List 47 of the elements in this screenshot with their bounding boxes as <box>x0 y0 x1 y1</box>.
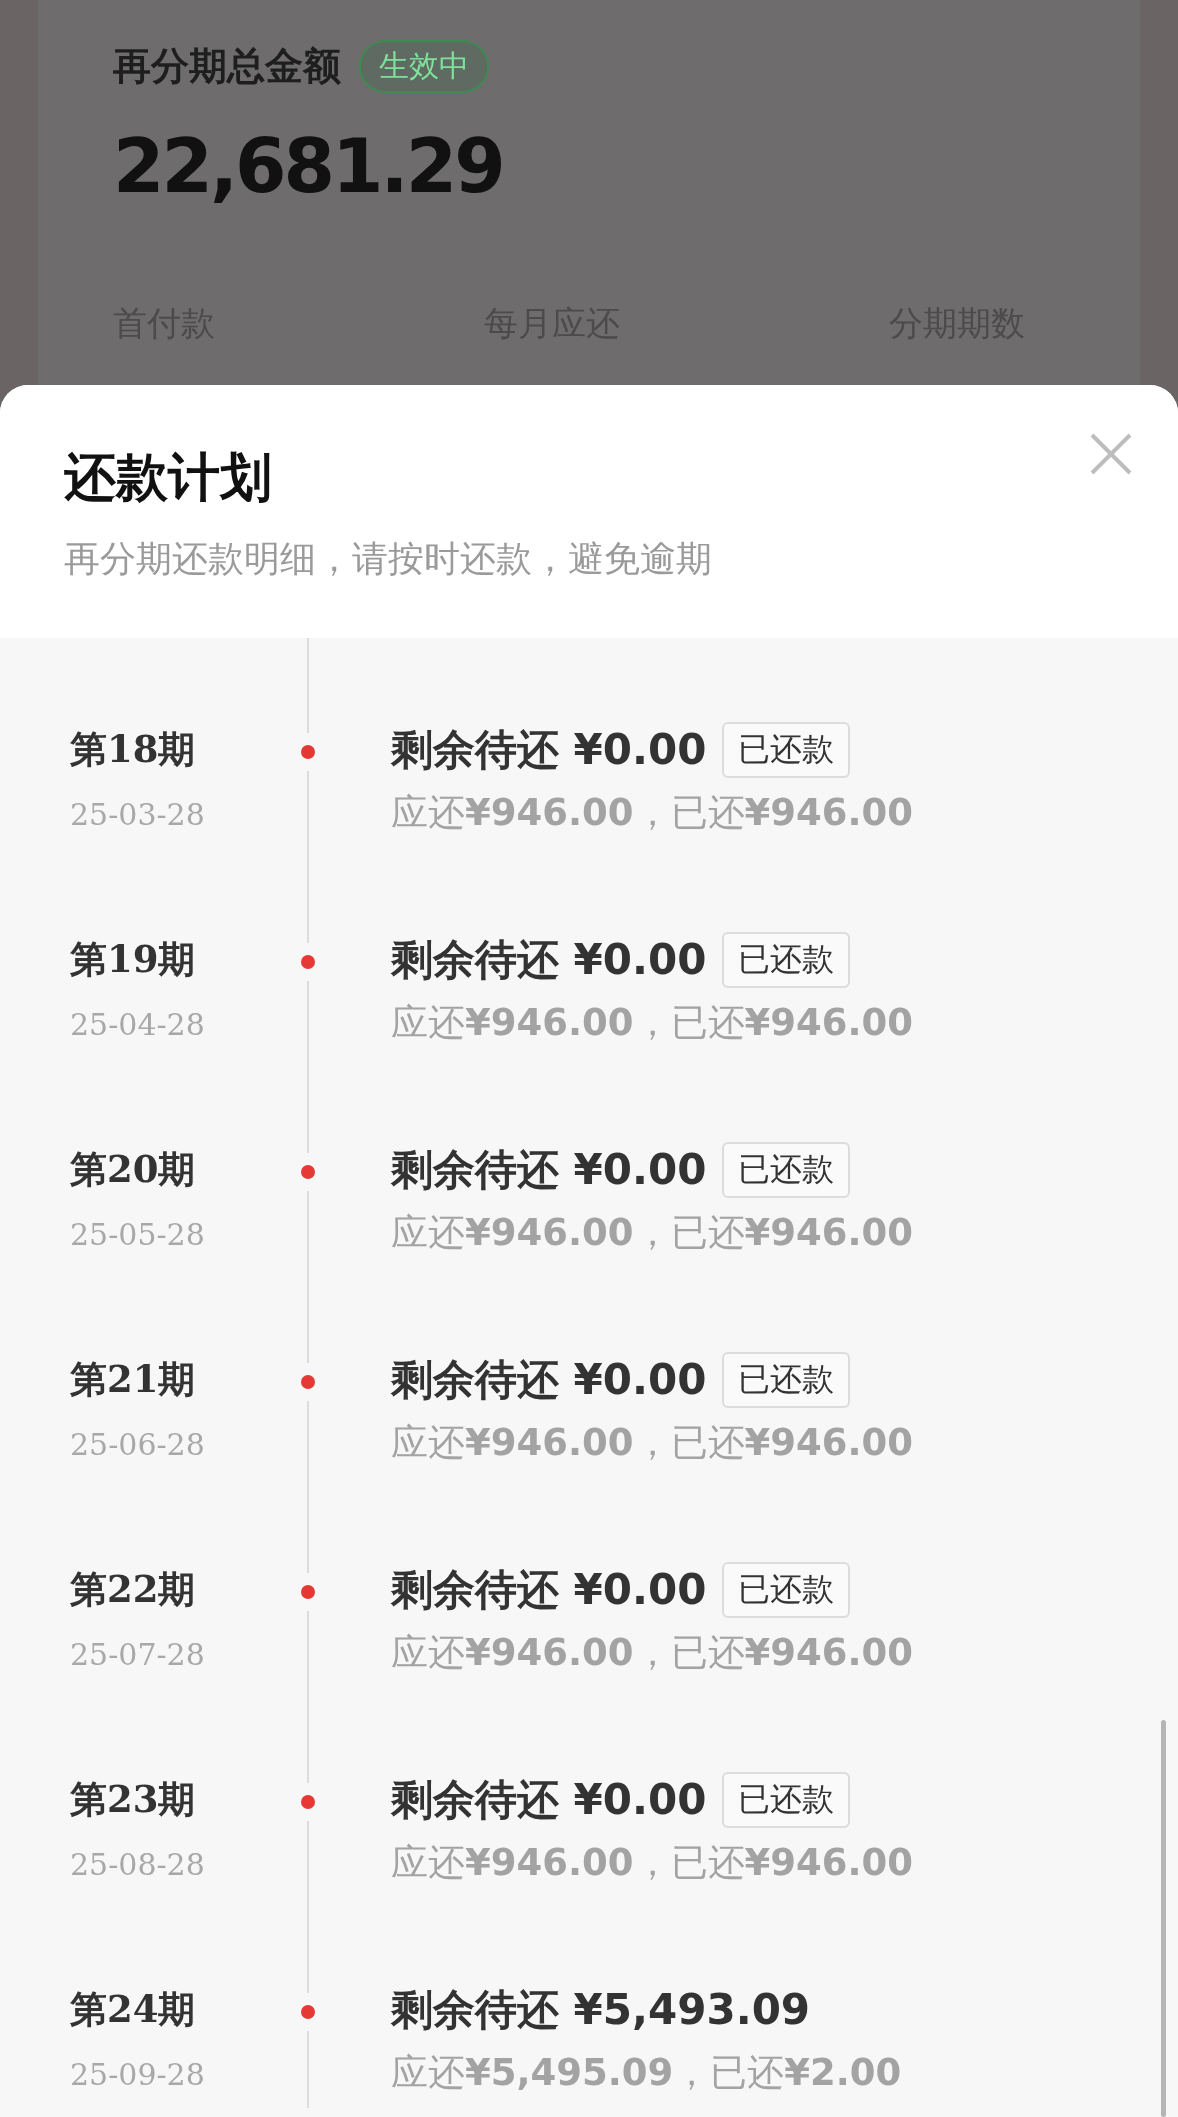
period-label: 第20期 <box>70 1146 197 1193</box>
timeline-dot <box>301 955 315 969</box>
due-date: 25-05-28 <box>70 1217 206 1252</box>
timeline-dot <box>301 745 315 759</box>
period-label: 第21期 <box>70 1356 197 1403</box>
paid-tag: 已还款 <box>722 1352 851 1408</box>
timeline-dot <box>301 1795 315 1809</box>
timeline-dot <box>301 1585 315 1599</box>
due-date: 25-07-28 <box>70 1637 206 1672</box>
period-label: 第19期 <box>70 936 197 983</box>
paid-tag: 已还款 <box>722 1142 851 1198</box>
payment-detail: 应还¥946.00，已还¥946.00 <box>391 1420 914 1466</box>
remaining-amount: 剩余待还 ¥0.00 <box>391 1354 707 1406</box>
paid-tag: 已还款 <box>722 1562 851 1618</box>
close-icon[interactable] <box>1090 433 1132 475</box>
payment-detail: 应还¥946.00，已还¥946.00 <box>391 1000 914 1046</box>
period-label: 第24期 <box>70 1986 197 2033</box>
payment-detail: 应还¥5,495.09，已还¥2.00 <box>391 2050 902 2096</box>
timeline-dot <box>301 1375 315 1389</box>
remaining-amount: 剩余待还 ¥0.00 <box>391 934 707 986</box>
paid-tag: 已还款 <box>722 722 851 778</box>
payment-detail: 应还¥946.00，已还¥946.00 <box>391 1630 914 1676</box>
remaining-amount: 剩余待还 ¥0.00 <box>391 724 707 776</box>
period-label: 第18期 <box>70 726 197 773</box>
period-label: 第22期 <box>70 1566 197 1613</box>
remaining-amount: 剩余待还 ¥0.00 <box>391 1774 707 1826</box>
payment-detail: 应还¥946.00，已还¥946.00 <box>391 1840 914 1886</box>
summary-title: 再分期总金额 <box>113 43 341 90</box>
sheet-title: 还款计划 <box>64 446 272 509</box>
sheet-subtitle: 再分期还款明细，请按时还款，避免逾期 <box>64 537 713 581</box>
paid-tag: 已还款 <box>722 932 851 988</box>
paid-tag: 已还款 <box>722 1772 851 1828</box>
due-date: 25-03-28 <box>70 797 206 832</box>
total-amount: 22,681.29 <box>113 123 504 209</box>
remaining-amount: 剩余待还 ¥5,493.09 <box>391 1984 811 2036</box>
period-label: 第23期 <box>70 1776 197 1823</box>
timeline-dot <box>301 2005 315 2019</box>
payment-detail: 应还¥946.00，已还¥946.00 <box>391 1210 914 1256</box>
due-date: 25-08-28 <box>70 1847 206 1882</box>
due-date: 25-09-28 <box>70 2057 206 2092</box>
timeline-dot <box>301 1165 315 1179</box>
remaining-amount: 剩余待还 ¥0.00 <box>391 1564 707 1616</box>
status-badge: 生效中 <box>359 40 489 93</box>
remaining-amount: 剩余待还 ¥0.00 <box>391 1144 707 1196</box>
payment-detail: 应还¥946.00，已还¥946.00 <box>391 790 914 836</box>
due-date: 25-04-28 <box>70 1007 206 1042</box>
due-date: 25-06-28 <box>70 1427 206 1462</box>
